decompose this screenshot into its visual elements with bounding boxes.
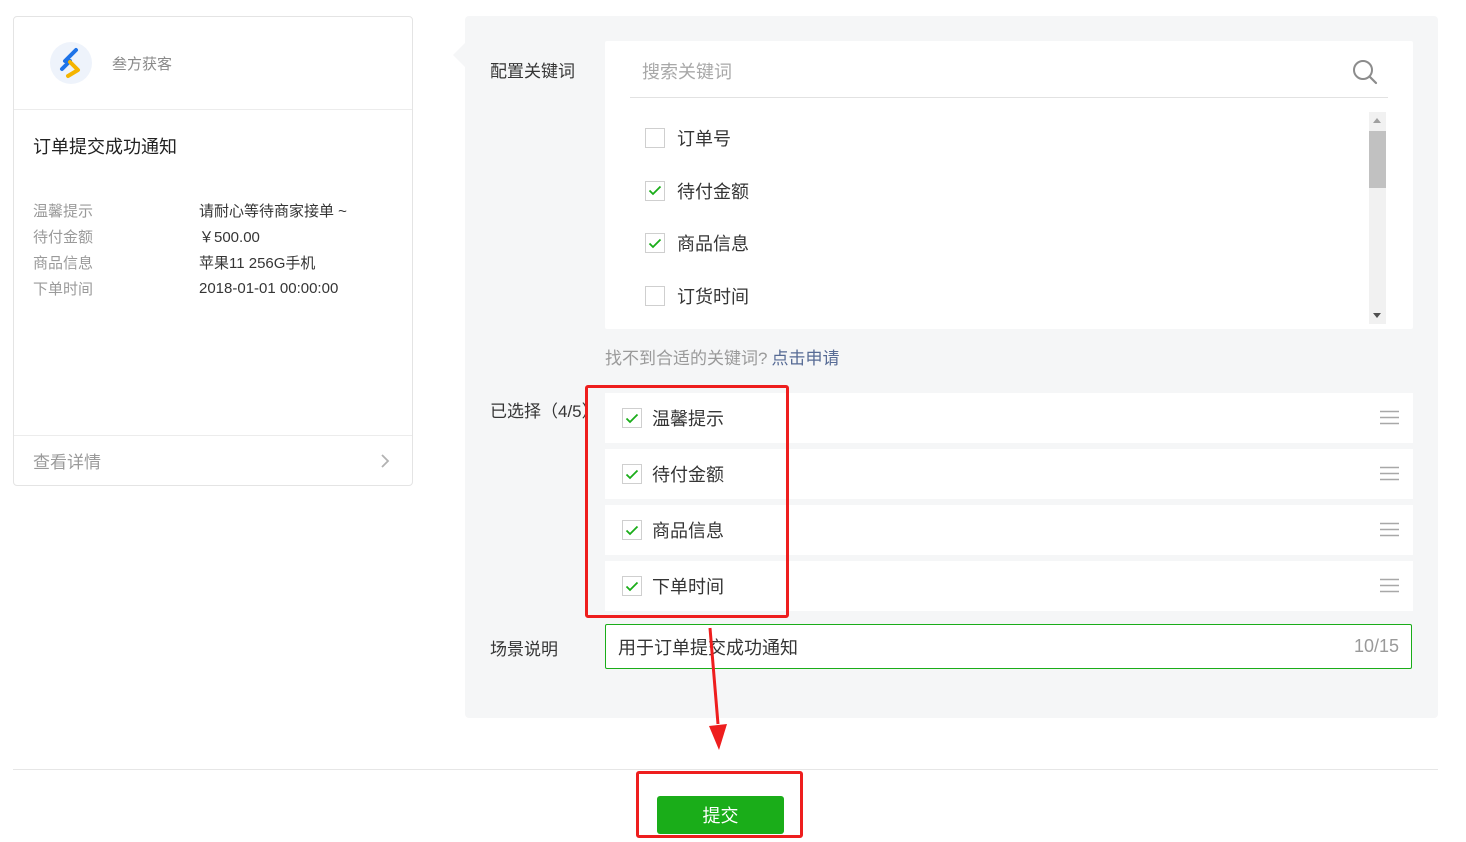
keyword-picker: 订单号待付金额商品信息订货时间 [605,41,1413,329]
keyword-list-scrollbar[interactable] [1369,112,1386,324]
keyword-apply-prompt: 找不到合适的关键词? 点击申请 [605,344,839,369]
annotation-highlight-selected [585,385,789,618]
keyword-option[interactable]: 待付金额 [645,165,1345,218]
message-preview-card: 叁方获客 订单提交成功通知 温馨提示 请耐心等待商家接单 ~ 待付金额 ￥500… [13,16,413,486]
annotation-highlight-submit [636,771,803,838]
keyword-checkbox[interactable] [645,180,665,201]
keyword-option-label: 订单号 [677,129,731,150]
view-details-label: 查看详情 [33,453,101,472]
keyword-list: 订单号待付金额商品信息订货时间 [645,112,1345,322]
keyword-option[interactable]: 订货时间 [645,270,1345,323]
keyword-search [630,41,1388,98]
drag-handle-icon[interactable] [1380,466,1399,481]
keyword-checkbox[interactable] [645,285,665,306]
preview-row-key: 温馨提示 [33,202,94,220]
keyword-apply-text: 找不到合适的关键词? [605,349,768,368]
brand-logo-icon [50,42,92,84]
keyword-apply-link[interactable]: 点击申请 [771,349,839,368]
preview-row-key: 商品信息 [33,254,94,272]
preview-row-value: 苹果11 256G手机 [199,254,316,272]
keyword-search-input[interactable] [642,58,1242,86]
view-details-link[interactable]: 查看详情 [14,435,412,485]
preview-header: 叁方获客 [14,17,412,110]
scrollbar-thumb[interactable] [1369,131,1386,188]
footer-divider [13,769,1438,770]
preview-fields: 温馨提示 请耐心等待商家接单 ~ 待付金额 ￥500.00 商品信息 苹果11 … [33,197,393,301]
keyword-checkbox[interactable] [645,233,665,254]
preview-row: 下单时间 2018-01-01 00:00:00 [33,275,393,301]
keyword-option-label: 商品信息 [677,234,749,255]
drag-handle-icon[interactable] [1380,522,1399,537]
preview-row-value: 请耐心等待商家接单 ~ [199,202,347,220]
keyword-option[interactable]: 订单号 [645,112,1345,165]
keyword-checkbox[interactable] [645,128,665,149]
preview-row: 商品信息 苹果11 256G手机 [33,249,393,275]
preview-row-value: 2018-01-01 00:00:00 [199,279,339,297]
keyword-option[interactable]: 商品信息 [645,217,1345,270]
drag-handle-icon[interactable] [1380,578,1399,593]
drag-handle-icon[interactable] [1380,410,1399,425]
preview-title: 订单提交成功通知 [33,137,177,157]
search-icon[interactable] [1352,59,1378,85]
annotation-arrow-icon [708,627,727,750]
preview-row: 温馨提示 请耐心等待商家接单 ~ [33,197,393,223]
preview-row: 待付金额 ￥500.00 [33,223,393,249]
keyword-option-label: 待付金额 [677,181,749,202]
preview-row-key: 待付金额 [33,228,94,246]
scene-char-count: 10/15 [1353,636,1399,656]
selected-label: 已选择（4/5） [490,402,599,421]
chevron-right-icon [381,453,390,468]
keywords-label: 配置关键词 [490,62,575,81]
scroll-up-arrow-icon[interactable] [1373,118,1381,123]
brand-name: 叁方获客 [112,55,173,73]
preview-row-value: ￥500.00 [199,228,260,246]
scroll-down-arrow-icon[interactable] [1373,313,1381,318]
panel-pointer [453,43,465,67]
keyword-option-label: 订货时间 [677,286,749,307]
scene-label: 场景说明 [490,640,558,659]
preview-row-key: 下单时间 [33,280,94,298]
